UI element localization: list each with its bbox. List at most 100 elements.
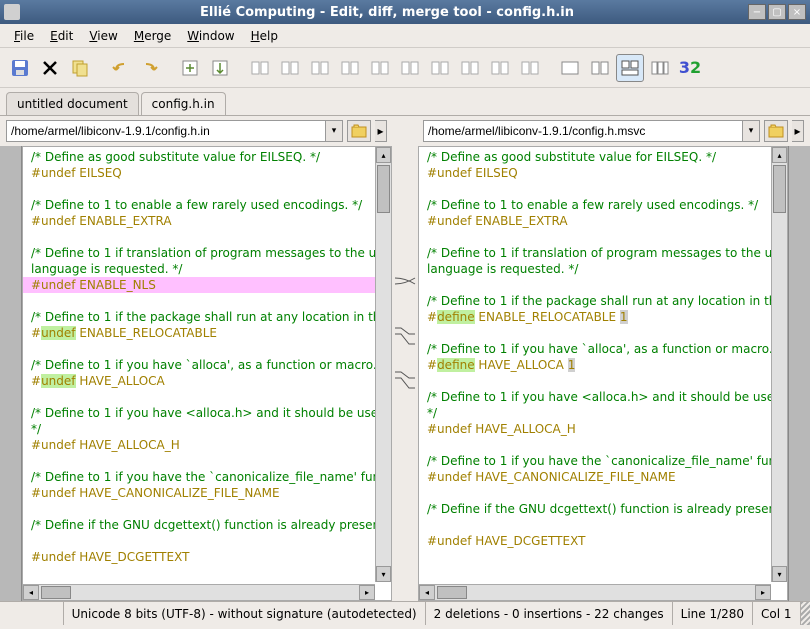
layout-4-button[interactable]	[646, 54, 674, 82]
code-line: #undef HAVE_CANONICALIZE_FILE_NAME	[31, 486, 280, 500]
menu-help[interactable]: Help	[243, 27, 286, 45]
app-icon	[4, 4, 20, 20]
code-line: */	[427, 406, 437, 420]
tool-1-button[interactable]	[176, 54, 204, 82]
code-line: language is requested. */	[427, 262, 578, 276]
code-line: /* Define to 1 if the package shall run …	[427, 294, 787, 308]
diff-nav-2-button[interactable]	[276, 54, 304, 82]
diff-nav-10-button[interactable]	[516, 54, 544, 82]
path-left-input[interactable]	[6, 120, 325, 142]
layout-1-button[interactable]	[556, 54, 584, 82]
close-button[interactable]: ×	[788, 4, 806, 20]
path-right-input[interactable]	[423, 120, 742, 142]
diff-changed-line: #undef HAVE_ALLOCA	[31, 373, 387, 389]
path-left-dropdown[interactable]: ▾	[325, 120, 343, 142]
tool-2-button[interactable]	[206, 54, 234, 82]
diff-nav-4-button[interactable]	[336, 54, 364, 82]
path-left-browse-button[interactable]	[347, 120, 371, 142]
three-two-button[interactable]: 32	[676, 54, 704, 82]
diff-nav-3-button[interactable]	[306, 54, 334, 82]
tab-config[interactable]: config.h.in	[141, 92, 226, 115]
layout-2-button[interactable]	[586, 54, 614, 82]
code-line: /* Define if the GNU dcgettext() functio…	[427, 502, 787, 516]
right-pane[interactable]: /* Define as good substitute value for E…	[418, 146, 788, 601]
menu-bar: File Edit View Merge Window Help	[0, 24, 810, 48]
code-line: /* Define to 1 to enable a few rarely us…	[427, 198, 758, 212]
diff-link-icon	[393, 274, 417, 288]
diff-link-icon	[393, 316, 417, 346]
right-vscroll[interactable]: ▴▾	[771, 147, 787, 582]
undo-button[interactable]	[106, 54, 134, 82]
diff-nav-5-button[interactable]	[366, 54, 394, 82]
tab-bar: untitled document config.h.in	[0, 88, 810, 116]
diff-link-icon	[393, 360, 417, 390]
diff-nav-8-button[interactable]	[456, 54, 484, 82]
diff-changed-line: #undef ENABLE_RELOCATABLE	[31, 325, 387, 341]
code-line: /* Define as good substitute value for E…	[427, 150, 716, 164]
code-line: #undef ENABLE_EXTRA	[31, 214, 172, 228]
code-line: /* Define to 1 if you have `alloca', as …	[427, 342, 787, 356]
path-left: ▾ ▸	[6, 120, 387, 142]
status-bar: Unicode 8 bits (UTF-8) - without signatu…	[0, 601, 810, 625]
left-hscroll[interactable]: ◂▸	[23, 584, 375, 600]
right-hscroll[interactable]: ◂▸	[419, 584, 771, 600]
menu-merge[interactable]: Merge	[126, 27, 179, 45]
left-code[interactable]: /* Define as good substitute value for E…	[23, 147, 391, 600]
code-line: /* Define to 1 if you have the `canonica…	[31, 470, 391, 484]
path-right-recent-button[interactable]: ▸	[792, 120, 804, 142]
redo-button[interactable]	[136, 54, 164, 82]
diff-nav-7-button[interactable]	[426, 54, 454, 82]
code-line: #undef HAVE_ALLOCA_H	[31, 438, 180, 452]
path-right: ▾ ▸	[423, 120, 804, 142]
diff-changed-line: #define HAVE_ALLOCA 1	[427, 357, 783, 373]
window-titlebar: Ellié Computing - Edit, diff, merge tool…	[0, 0, 810, 24]
code-line: language is requested. */	[31, 262, 182, 276]
code-line: #undef HAVE_CANONICALIZE_FILE_NAME	[427, 470, 676, 484]
code-line: /* Define to 1 if translation of program…	[427, 246, 787, 260]
diff-body: /* Define as good substitute value for E…	[0, 146, 810, 601]
path-right-browse-button[interactable]	[764, 120, 788, 142]
window-controls: − ▢ ×	[748, 4, 806, 20]
code-line: #undef HAVE_DCGETTEXT	[427, 534, 585, 548]
left-vscroll[interactable]: ▴▾	[375, 147, 391, 582]
code-line: /* Define if the GNU dcgettext() functio…	[31, 518, 391, 532]
path-left-recent-button[interactable]: ▸	[375, 120, 387, 142]
maximize-button[interactable]: ▢	[768, 4, 786, 20]
path-right-dropdown[interactable]: ▾	[742, 120, 760, 142]
diff-nav-6-button[interactable]	[396, 54, 424, 82]
menu-edit[interactable]: Edit	[42, 27, 81, 45]
reload-button[interactable]	[66, 54, 94, 82]
right-code[interactable]: /* Define as good substitute value for E…	[419, 147, 787, 600]
close-file-button[interactable]	[36, 54, 64, 82]
status-changes: 2 deletions - 0 insertions - 22 changes	[426, 602, 673, 625]
diff-deleted-line: #undef ENABLE_NLS	[23, 277, 391, 293]
code-line: #undef HAVE_DCGETTEXT	[31, 550, 189, 564]
code-line: /* Define to 1 if the package shall run …	[31, 310, 391, 324]
save-button[interactable]	[6, 54, 34, 82]
right-margin	[788, 146, 810, 601]
resize-grip[interactable]	[801, 602, 810, 625]
code-line: #undef EILSEQ	[427, 166, 518, 180]
layout-3-button[interactable]	[616, 54, 644, 82]
left-margin	[0, 146, 22, 601]
status-spacer	[0, 602, 64, 625]
diff-nav-9-button[interactable]	[486, 54, 514, 82]
path-row: ▾ ▸ ▾ ▸	[0, 116, 810, 146]
minimize-button[interactable]: −	[748, 4, 766, 20]
code-line: #undef ENABLE_EXTRA	[427, 214, 568, 228]
code-line: /* Define to 1 if you have `alloca', as …	[31, 358, 391, 372]
code-line: /* Define to 1 if you have <alloca.h> an…	[427, 390, 787, 404]
code-line: */	[31, 422, 41, 436]
code-line: /* Define to 1 if translation of program…	[31, 246, 391, 260]
menu-view[interactable]: View	[81, 27, 125, 45]
menu-window[interactable]: Window	[179, 27, 242, 45]
menu-file[interactable]: File	[6, 27, 42, 45]
tab-untitled[interactable]: untitled document	[6, 92, 139, 115]
diff-nav-1-button[interactable]	[246, 54, 274, 82]
left-pane[interactable]: /* Define as good substitute value for E…	[22, 146, 392, 601]
status-col: Col 1	[753, 602, 801, 625]
code-line: /* Define to 1 if you have the `canonica…	[427, 454, 787, 468]
code-line: #undef HAVE_ALLOCA_H	[427, 422, 576, 436]
status-encoding: Unicode 8 bits (UTF-8) - without signatu…	[64, 602, 426, 625]
diff-gutter	[392, 146, 418, 601]
